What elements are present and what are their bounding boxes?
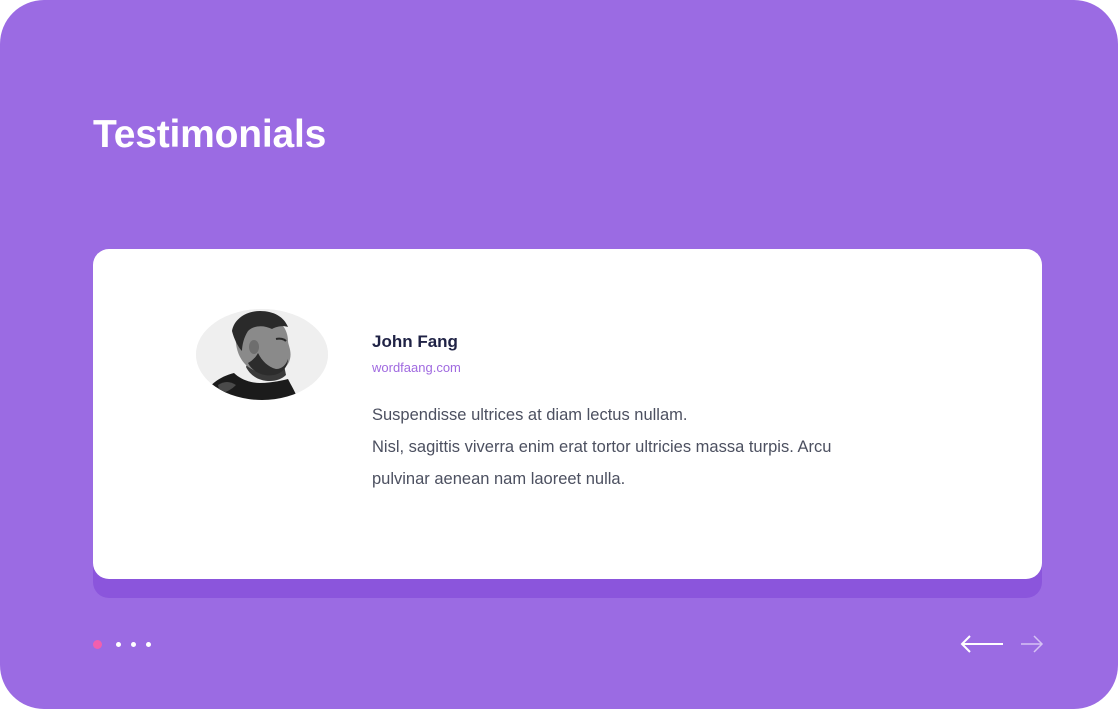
- arrow-left-icon: [960, 635, 1003, 653]
- pagination-dot-4[interactable]: [146, 641, 151, 647]
- testimonials-section: Testimonials John Fang wordfaang.com Sus…: [0, 0, 1118, 709]
- testimonial-quote: Suspendisse ultrices at diam lectus null…: [372, 399, 932, 495]
- avatar-photo: [196, 309, 328, 400]
- quote-line: Nisl, sagittis viverra enim erat tortor …: [372, 438, 832, 456]
- arrow-right-icon: [1021, 635, 1044, 653]
- testimonial-author-name: John Fang: [372, 332, 458, 351]
- quote-line: pulvinar aenean nam laoreet nulla.: [372, 470, 626, 488]
- testimonial-card: John Fang wordfaang.com Suspendisse ultr…: [93, 249, 1042, 579]
- pagination-dot-3[interactable]: [131, 641, 136, 647]
- testimonial-author-website-link[interactable]: wordfaang.com: [372, 359, 461, 377]
- pagination-dot-1[interactable]: [93, 639, 102, 649]
- next-button[interactable]: [1019, 632, 1045, 656]
- quote-line: Suspendisse ultrices at diam lectus null…: [372, 406, 688, 424]
- pagination-dots: [93, 639, 161, 649]
- section-title: Testimonials: [93, 113, 327, 156]
- pagination-dot-2[interactable]: [116, 641, 121, 647]
- prev-button[interactable]: [959, 632, 1005, 656]
- avatar: [196, 309, 328, 400]
